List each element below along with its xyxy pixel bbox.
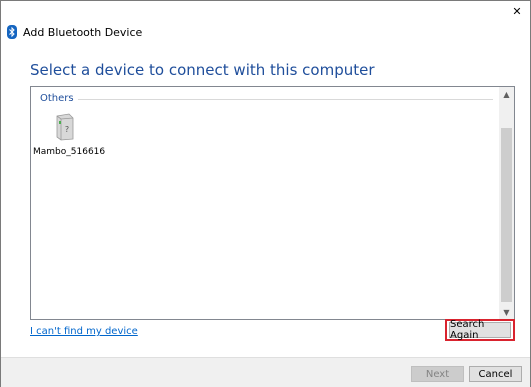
chevron-up-icon: ▲ xyxy=(503,89,510,99)
svg-text:?: ? xyxy=(65,125,69,134)
scroll-thumb[interactable] xyxy=(501,128,512,302)
vertical-scrollbar[interactable]: ▲ ▼ xyxy=(499,87,514,319)
title-bar: Add Bluetooth Device xyxy=(7,23,142,41)
group-label-others: Others xyxy=(40,93,78,104)
bluetooth-icon xyxy=(7,25,17,39)
next-button[interactable]: Next xyxy=(411,366,464,382)
cant-find-device-link[interactable]: I can't find my device xyxy=(30,326,138,337)
page-heading: Select a device to connect with this com… xyxy=(30,61,375,79)
unknown-device-icon: ? xyxy=(56,113,74,141)
group-divider xyxy=(75,99,493,100)
cancel-button[interactable]: Cancel xyxy=(469,366,522,382)
scroll-down-button[interactable]: ▼ xyxy=(499,305,514,319)
close-icon: ✕ xyxy=(512,4,522,18)
search-again-button[interactable]: Search Again xyxy=(449,319,511,341)
device-name: Mambo_516616 xyxy=(33,147,106,157)
device-item[interactable]: ? Mambo_516616 xyxy=(33,111,106,163)
scroll-up-button[interactable]: ▲ xyxy=(499,87,514,101)
footer-bar: Next Cancel xyxy=(1,357,530,387)
chevron-down-icon: ▼ xyxy=(503,307,510,317)
add-bluetooth-device-window: ✕ Add Bluetooth Device Select a device t… xyxy=(0,0,531,387)
close-button[interactable]: ✕ xyxy=(508,3,526,19)
device-list[interactable]: Others ? Mambo_516616 ▲ ▼ xyxy=(30,86,515,320)
window-title: Add Bluetooth Device xyxy=(23,25,143,39)
